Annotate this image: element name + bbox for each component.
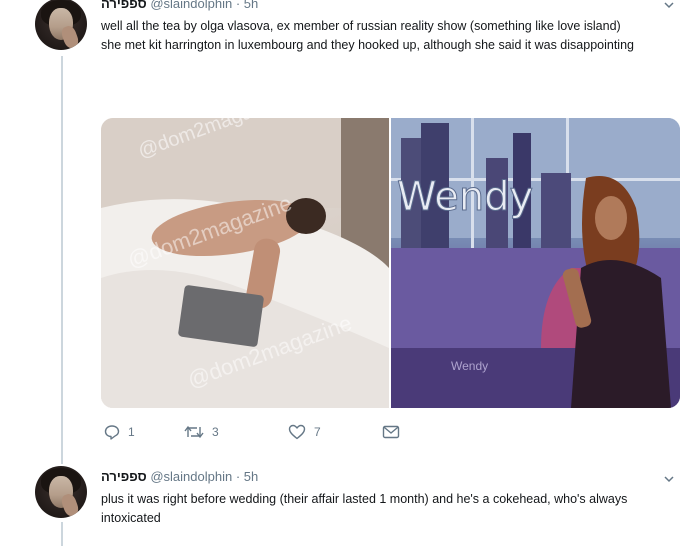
tweet-line: plus it was right before wedding (their … [101, 492, 628, 525]
avatar[interactable] [35, 0, 87, 50]
reply-button[interactable]: 1 [104, 424, 135, 440]
tweet-text: plus it was right before wedding (their … [101, 490, 676, 528]
reply-count: 1 [128, 425, 135, 439]
reply-icon [104, 425, 120, 440]
chevron-down-icon[interactable] [664, 474, 674, 484]
show-logo: Wendy [397, 174, 533, 220]
tweet-line: well all the tea by olga vlasova, ex mem… [101, 19, 621, 33]
avatar[interactable] [35, 466, 87, 518]
chevron-down-icon[interactable] [664, 0, 674, 10]
tweet-text: well all the tea by olga vlasova, ex mem… [101, 17, 676, 55]
wendy-show-illustration: Wendy Wendy [391, 118, 680, 408]
dm-button[interactable] [382, 424, 400, 440]
display-name[interactable]: ספפירה [101, 0, 147, 11]
tweet-time-separator: · [235, 0, 241, 11]
tweet-header: ספפירה @slaindolphin · 5h [101, 0, 258, 11]
thread-continuation-line [61, 522, 63, 546]
user-handle[interactable]: @slaindolphin [150, 469, 232, 484]
floor-logo: Wendy [451, 359, 488, 373]
media-photo-bed[interactable]: @dom2magazine @dom2magazine @dom2magazin… [101, 118, 389, 408]
tweet[interactable]: ספפירה @slaindolphin · 5h plus it was ri… [0, 460, 700, 546]
bed-photo-illustration: @dom2magazine @dom2magazine @dom2magazin… [101, 118, 389, 408]
tweet-header: ספפירה @slaindolphin · 5h [101, 469, 258, 484]
user-handle[interactable]: @slaindolphin [150, 0, 232, 11]
like-count: 7 [314, 425, 321, 439]
tweet-media[interactable]: @dom2magazine @dom2magazine @dom2magazin… [101, 118, 680, 408]
envelope-icon [382, 425, 400, 439]
like-button[interactable]: 7 [288, 424, 321, 440]
tweet-time[interactable]: 5h [244, 0, 258, 11]
tweet-time-separator: · [235, 469, 241, 484]
tweet[interactable]: ספפירה @slaindolphin · 5h well all the t… [0, 0, 700, 460]
retweet-button[interactable]: 3 [184, 424, 219, 440]
retweet-icon [184, 425, 204, 439]
display-name[interactable]: ספפירה [101, 469, 147, 484]
tweet-line: she met kit harrington in luxembourg and… [101, 38, 634, 52]
retweet-count: 3 [212, 425, 219, 439]
tweet-time[interactable]: 5h [244, 469, 258, 484]
media-photo-wendy[interactable]: Wendy Wendy [391, 118, 680, 408]
heart-icon [288, 424, 306, 440]
